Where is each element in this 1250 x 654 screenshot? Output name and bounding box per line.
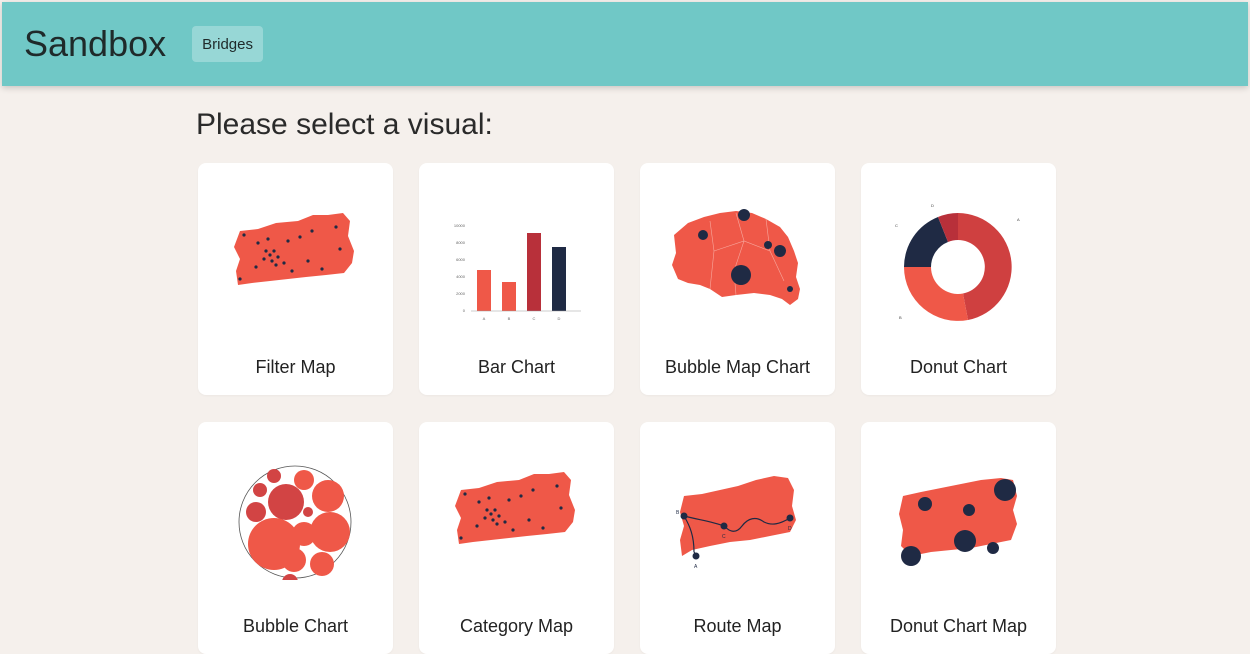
bar-a bbox=[477, 270, 491, 311]
route-point-label: B bbox=[676, 510, 680, 516]
bar-d bbox=[552, 247, 566, 311]
route-map-icon: B C D A bbox=[676, 476, 796, 570]
category-label: D bbox=[558, 316, 561, 321]
visual-label: Bar Chart bbox=[477, 357, 556, 377]
donut-chart-icon: A B C D bbox=[895, 203, 1020, 321]
segment-label: C bbox=[895, 223, 898, 228]
axis-tick: 10000 bbox=[454, 223, 466, 228]
segment-label: D bbox=[931, 203, 934, 208]
category-label: A bbox=[483, 316, 486, 321]
visual-card-bubble-map-chart[interactable]: Bubble Map Chart bbox=[640, 163, 835, 395]
donut-chart-map-icon bbox=[899, 478, 1017, 566]
visual-label: Bubble Chart bbox=[242, 616, 349, 636]
brand-title[interactable]: Sandbox bbox=[24, 26, 166, 62]
axis-tick: 0 bbox=[463, 308, 466, 313]
visual-card-filter-map[interactable]: Filter Map bbox=[198, 163, 393, 395]
axis-tick: 2000 bbox=[456, 291, 466, 296]
category-label: C bbox=[533, 316, 536, 321]
visual-card-donut-chart[interactable]: A B C D Donut Chart bbox=[861, 163, 1056, 395]
visual-label: Category Map bbox=[459, 616, 574, 636]
axis-tick: 6000 bbox=[456, 257, 466, 262]
segment-label: A bbox=[1017, 217, 1020, 222]
visual-card-donut-chart-map[interactable]: Donut Chart Map bbox=[861, 422, 1056, 654]
visual-card-bar-chart[interactable]: 10000 8000 6000 4000 2000 0 A B C D Bar … bbox=[419, 163, 614, 395]
visual-label: Donut Chart bbox=[909, 357, 1008, 377]
visual-label: Route Map bbox=[693, 616, 782, 636]
top-bar: Sandbox Bridges bbox=[2, 2, 1248, 86]
route-point-label: A bbox=[694, 564, 698, 570]
segment-label: B bbox=[899, 315, 902, 320]
route-point-label: C bbox=[722, 534, 726, 540]
axis-tick: 8000 bbox=[456, 240, 466, 245]
bubble-chart-icon bbox=[238, 465, 352, 580]
visual-card-route-map[interactable]: B C D A Route Map bbox=[640, 422, 835, 654]
bubble-map-icon bbox=[672, 209, 800, 305]
visual-card-category-map[interactable]: Category Map bbox=[419, 422, 614, 654]
route-point-label: D bbox=[788, 526, 792, 532]
visual-card-bubble-chart[interactable]: Bubble Chart bbox=[198, 422, 393, 654]
category-label: B bbox=[508, 316, 511, 321]
category-map-icon bbox=[455, 472, 575, 544]
bar-c bbox=[527, 233, 541, 311]
filter-map-icon bbox=[234, 213, 354, 285]
visual-label: Bubble Map Chart bbox=[664, 357, 811, 377]
axis-tick: 4000 bbox=[456, 274, 466, 279]
visual-label: Filter Map bbox=[255, 357, 336, 377]
visual-label: Donut Chart Map bbox=[889, 616, 1028, 636]
visual-grid: Filter Map 10000 8000 6000 4000 2000 0 A… bbox=[198, 163, 1056, 654]
bar-b bbox=[502, 282, 516, 311]
bridges-button[interactable]: Bridges bbox=[192, 26, 263, 62]
bar-chart-icon: 10000 8000 6000 4000 2000 0 A B C D bbox=[454, 223, 581, 321]
page-heading: Please select a visual: bbox=[196, 108, 493, 141]
